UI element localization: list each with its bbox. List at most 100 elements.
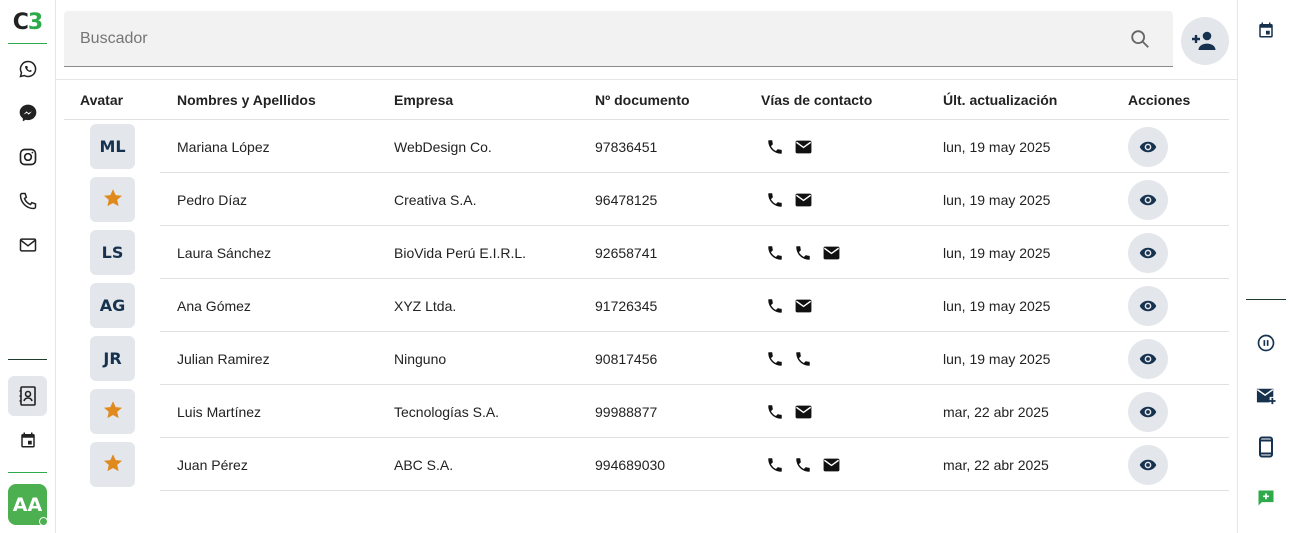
- mail-add-icon[interactable]: [1254, 384, 1278, 408]
- contact-name: Luis Martínez: [177, 404, 262, 420]
- calendar-icon[interactable]: [14, 426, 42, 454]
- contact-channels: [765, 349, 813, 369]
- contact-document: 994689030: [595, 457, 666, 473]
- table-row[interactable]: Juan Pérez ABC S.A. 994689030 mar, 22 abr 2…: [64, 438, 1229, 491]
- app-logo: C3: [8, 8, 47, 44]
- eye-icon: [1139, 350, 1157, 368]
- view-contact-button[interactable]: [1128, 392, 1168, 432]
- eye-icon: [1139, 403, 1157, 421]
- phone-icon[interactable]: [765, 296, 785, 316]
- instagram-icon[interactable]: [14, 143, 42, 171]
- table-row[interactable]: Luis Martínez Tecnologías S.A. 99988877 mar…: [64, 385, 1229, 438]
- column-header-actions: Acciones: [1128, 92, 1191, 108]
- table-row[interactable]: ML Mariana López WebDesign Co. 97836451 lun,…: [64, 120, 1229, 173]
- eye-icon: [1139, 456, 1157, 474]
- eye-icon: [1139, 138, 1157, 156]
- phone-icon[interactable]: [765, 190, 785, 210]
- phone-icon[interactable]: [765, 137, 785, 157]
- contact-document: 96478125: [595, 192, 658, 208]
- column-header-updated[interactable]: Últ. actualización: [943, 92, 1057, 108]
- contact-updated: lun, 19 may 2025: [943, 245, 1051, 261]
- mail-icon[interactable]: [793, 137, 813, 157]
- mail-icon[interactable]: [793, 296, 813, 316]
- view-contact-button[interactable]: [1128, 180, 1168, 220]
- column-header-company[interactable]: Empresa: [394, 92, 453, 108]
- view-contact-button[interactable]: [1128, 233, 1168, 273]
- mail-icon[interactable]: [14, 231, 42, 259]
- sidebar-divider: [8, 359, 47, 360]
- table-row[interactable]: LS Laura Sánchez BioVida Perú E.I.R.L. 9265…: [64, 226, 1229, 279]
- eye-icon: [1139, 244, 1157, 262]
- contact-document: 91726345: [595, 298, 658, 314]
- messenger-icon[interactable]: [14, 99, 42, 127]
- contact-name: Juan Pérez: [177, 457, 248, 473]
- contact-document: 92658741: [595, 245, 658, 261]
- contact-updated: lun, 19 may 2025: [943, 139, 1051, 155]
- mail-icon[interactable]: [821, 455, 841, 475]
- contact-company: Ninguno: [394, 351, 447, 367]
- mail-icon[interactable]: [793, 190, 813, 210]
- view-contact-button[interactable]: [1128, 127, 1168, 167]
- column-header-document[interactable]: Nº documento: [595, 92, 690, 108]
- avatar: [90, 177, 135, 222]
- contact-company: Tecnologías S.A.: [394, 404, 500, 420]
- search-icon[interactable]: [1129, 28, 1151, 50]
- right-sidebar: [1237, 0, 1293, 533]
- star-icon: [102, 187, 124, 213]
- phone-icon[interactable]: [14, 187, 42, 215]
- user-avatar[interactable]: AA: [8, 484, 48, 526]
- add-contact-button[interactable]: [1181, 17, 1229, 65]
- view-contact-button[interactable]: [1128, 339, 1168, 379]
- table-row[interactable]: AG Ana Gómez XYZ Ltda. 91726345 lun, 19 may …: [64, 279, 1229, 332]
- sidebar-divider: [1246, 299, 1286, 300]
- phone-icon[interactable]: [765, 402, 785, 422]
- contact-updated: mar, 22 abr 2025: [943, 404, 1049, 420]
- phone-icon[interactable]: [793, 455, 813, 475]
- phone-icon[interactable]: [793, 243, 813, 263]
- view-contact-button[interactable]: [1128, 286, 1168, 326]
- column-header-contact: Vías de contacto: [761, 92, 873, 108]
- avatar: [90, 442, 135, 487]
- online-status-dot: [39, 517, 48, 526]
- contact-updated: lun, 19 may 2025: [943, 298, 1051, 314]
- left-sidebar: C3 AA: [0, 0, 56, 533]
- mail-icon[interactable]: [821, 243, 841, 263]
- row-divider: [160, 490, 1229, 491]
- eye-icon: [1139, 191, 1157, 209]
- star-icon: [102, 452, 124, 478]
- avatar: AG: [90, 283, 135, 328]
- phone-icon[interactable]: [765, 243, 785, 263]
- avatar: [90, 389, 135, 434]
- table-row[interactable]: JR Julian Ramirez Ninguno 90817456 lun, 19 m…: [64, 332, 1229, 385]
- contact-company: BioVida Perú E.I.R.L.: [394, 245, 527, 261]
- avatar-initials: JR: [103, 349, 122, 368]
- avatar: JR: [90, 336, 135, 381]
- contact-company: XYZ Ltda.: [394, 298, 457, 314]
- phone-icon[interactable]: [765, 349, 785, 369]
- avatar: LS: [90, 230, 135, 275]
- chat-add-icon[interactable]: [1254, 486, 1278, 510]
- mail-icon[interactable]: [793, 402, 813, 422]
- sidebar-divider: [8, 472, 47, 473]
- contact-name: Julian Ramirez: [177, 351, 270, 367]
- whatsapp-icon[interactable]: [14, 55, 42, 83]
- eye-icon: [1139, 297, 1157, 315]
- avatar-initials: AG: [99, 296, 126, 315]
- phone-icon[interactable]: [765, 455, 785, 475]
- search-input[interactable]: [64, 11, 1173, 66]
- contact-updated: mar, 22 abr 2025: [943, 457, 1049, 473]
- contacts-table: Avatar Nombres y Apellidos Empresa Nº do…: [64, 80, 1229, 491]
- contacts-icon[interactable]: [8, 376, 47, 416]
- table-body: ML Mariana López WebDesign Co. 97836451 lun,…: [64, 120, 1229, 491]
- user-initials: AA: [12, 493, 43, 516]
- contact-name: Pedro Díaz: [177, 192, 248, 208]
- pause-circle-icon[interactable]: [1254, 331, 1278, 355]
- avatar-initials: LS: [101, 243, 124, 262]
- table-row[interactable]: Pedro Díaz Creativa S.A. 96478125 lun, 19 m…: [64, 173, 1229, 226]
- column-header-name[interactable]: Nombres y Apellidos: [177, 92, 316, 108]
- contact-updated: lun, 19 may 2025: [943, 351, 1051, 367]
- calendar-icon[interactable]: [1254, 18, 1278, 42]
- view-contact-button[interactable]: [1128, 445, 1168, 485]
- mobile-icon[interactable]: [1254, 435, 1278, 459]
- phone-icon[interactable]: [793, 349, 813, 369]
